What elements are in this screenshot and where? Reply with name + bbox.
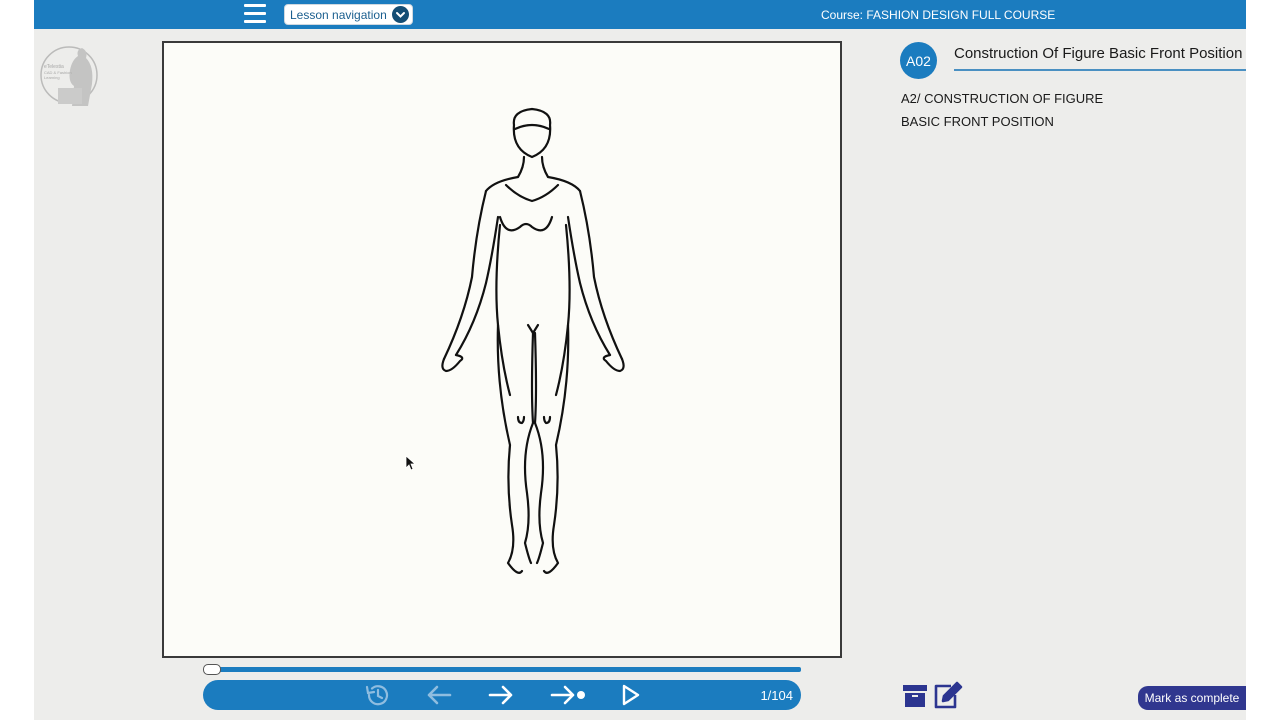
fashion-figure-drawing (441, 107, 625, 574)
box-icon[interactable] (901, 681, 929, 714)
lesson-badge: A02 (900, 42, 937, 79)
slide-counter: 1/104 (760, 688, 793, 703)
chevron-down-icon (392, 6, 409, 23)
slide-progress-thumb[interactable] (203, 664, 221, 675)
top-bar: Lesson navigation Course: FASHION DESIGN… (34, 0, 1246, 29)
lesson-navigation-dropdown[interactable]: Lesson navigation (284, 4, 413, 25)
app-window: Lesson navigation Course: FASHION DESIGN… (34, 0, 1246, 720)
mouse-pointer-icon (405, 455, 417, 471)
replay-icon[interactable] (359, 683, 395, 707)
svg-text:Learning: Learning (44, 75, 60, 80)
lesson-title-underline (954, 69, 1246, 71)
edit-note-icon[interactable] (933, 681, 963, 714)
arrow-right-icon[interactable] (483, 683, 519, 707)
course-title: Course: FASHION DESIGN FULL COURSE (821, 8, 1056, 22)
brand-logo: eTelestia CAD & Fashion Learning (38, 42, 100, 108)
play-icon[interactable] (612, 683, 648, 707)
arrow-left-icon[interactable] (421, 683, 457, 707)
lesson-navigation-label: Lesson navigation (290, 8, 387, 22)
lesson-title: Construction Of Figure Basic Front Posit… (954, 45, 1243, 62)
skip-forward-icon[interactable] (547, 683, 591, 707)
slide-progress-track[interactable] (205, 667, 801, 672)
mark-as-complete-button[interactable]: Mark as complete (1138, 686, 1246, 710)
hamburger-menu-icon[interactable] (244, 4, 266, 24)
player-controls: 1/104 (203, 680, 801, 710)
lesson-description-line-1: A2/ CONSTRUCTION OF FIGURE (901, 91, 1104, 106)
lesson-description-line-2: BASIC FRONT POSITION (901, 114, 1054, 129)
slide-canvas (162, 41, 842, 658)
